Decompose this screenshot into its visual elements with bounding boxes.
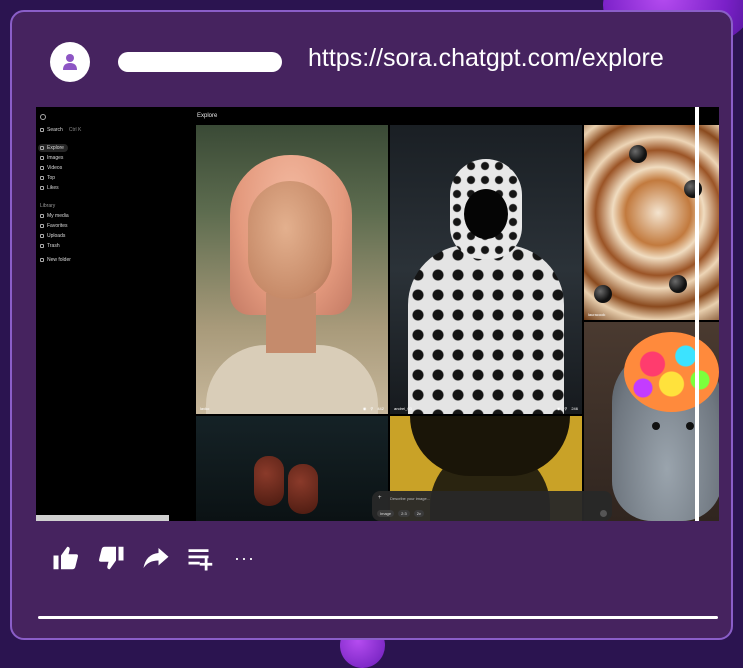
sidebar-item-videos[interactable]: Videos xyxy=(40,164,62,172)
sidebar-bottom-strip xyxy=(36,515,169,521)
new-folder-button[interactable]: New folder xyxy=(40,256,71,264)
sora-logo-icon[interactable] xyxy=(40,114,46,120)
sidebar-item-likes[interactable]: Likes xyxy=(40,184,59,192)
search-icon xyxy=(40,128,44,132)
sora-sidebar: Search Ctrl K Explore Images Videos Top xyxy=(36,107,192,521)
send-icon[interactable] xyxy=(600,510,607,517)
tile-caption[interactable]: andrei_03 xyxy=(394,406,412,411)
trash-icon xyxy=(40,244,44,248)
sidebar-item-trash[interactable]: Trash xyxy=(40,242,60,250)
compass-icon xyxy=(40,146,44,150)
tile-actions: ◉ ⚲ 442 xyxy=(363,406,384,411)
search-icon[interactable]: ⚲ xyxy=(564,406,567,411)
search-icon[interactable]: ⚲ xyxy=(370,406,373,411)
like-count[interactable]: 246 xyxy=(571,406,578,411)
share-button[interactable] xyxy=(140,542,172,574)
aspect-chip[interactable]: 2:3 xyxy=(398,510,410,517)
divider xyxy=(38,616,718,619)
action-bar: ··· xyxy=(50,542,255,574)
like-button[interactable] xyxy=(50,542,82,574)
remix-icon[interactable]: ◉ xyxy=(557,406,561,411)
sidebar-item-images[interactable]: Images xyxy=(40,154,63,162)
add-to-playlist-button[interactable] xyxy=(185,542,217,574)
media-icon xyxy=(40,214,44,218)
like-count[interactable]: 442 xyxy=(377,406,384,411)
tile-caption[interactable]: lauracook xyxy=(588,312,605,317)
library-heading: Library xyxy=(40,203,56,209)
add-icon[interactable]: + xyxy=(378,495,382,501)
trophy-icon xyxy=(40,176,44,180)
more-icon[interactable]: ··· xyxy=(234,548,255,569)
dislike-button[interactable] xyxy=(95,542,127,574)
star-icon xyxy=(40,224,44,228)
folder-icon xyxy=(40,258,44,262)
heart-icon xyxy=(40,186,44,190)
sidebar-item-uploads[interactable]: Uploads xyxy=(40,232,65,240)
media-tile-boxing-gloves[interactable] xyxy=(196,416,388,521)
sidebar-item-top[interactable]: Top xyxy=(40,174,55,182)
share-icon xyxy=(143,548,169,568)
add-to-playlist-icon xyxy=(188,549,213,571)
avatar[interactable] xyxy=(50,42,90,82)
media-tile-portrait[interactable]: lavko ◉ ⚲ 442 xyxy=(196,125,388,414)
sora-screenshot: Search Ctrl K Explore Images Videos Top xyxy=(36,107,719,521)
media-tile-spotted-figure[interactable]: andrei_03 ◉ ⚲ 246 xyxy=(390,125,582,414)
type-chip[interactable]: Image xyxy=(377,510,395,517)
image-icon xyxy=(40,156,44,160)
upload-icon xyxy=(40,234,44,238)
tile-caption[interactable]: lavko xyxy=(200,406,209,411)
post-url[interactable]: https://sora.chatgpt.com/explore xyxy=(308,44,664,73)
thumbs-up-icon xyxy=(53,546,78,570)
thumbs-down-icon xyxy=(99,546,124,570)
sidebar-item-my-media[interactable]: My media xyxy=(40,212,69,220)
username-placeholder xyxy=(118,52,282,72)
variations-chip[interactable]: 2v xyxy=(413,510,424,517)
sidebar-item-favorites[interactable]: Favorites xyxy=(40,222,68,230)
video-icon xyxy=(40,166,44,170)
sidebar-search[interactable]: Search Ctrl K xyxy=(40,126,81,134)
page-title: Explore xyxy=(197,113,218,119)
screenshot-edge xyxy=(695,107,699,521)
prompt-input[interactable]: Describe your image... xyxy=(390,496,430,501)
remix-icon[interactable]: ◉ xyxy=(363,406,367,411)
user-icon xyxy=(63,54,77,70)
prompt-bar: + Describe your image... Image 2:3 2v xyxy=(372,491,612,521)
post-card: https://sora.chatgpt.com/explore Search … xyxy=(10,10,733,640)
tile-actions: ◉ ⚲ 246 xyxy=(557,406,578,411)
sidebar-item-explore[interactable]: Explore xyxy=(38,144,68,152)
